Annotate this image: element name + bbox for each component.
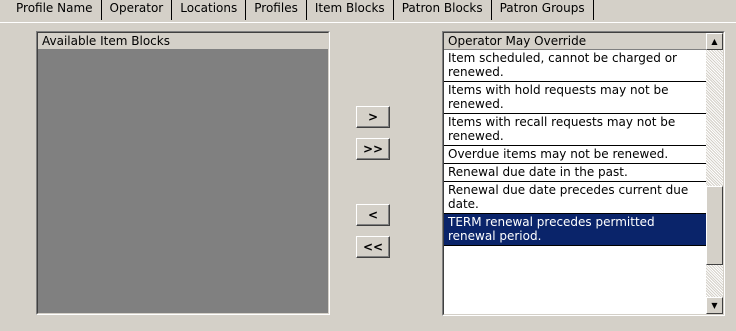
tab-profiles[interactable]: Profiles	[246, 0, 307, 20]
available-item-blocks-list[interactable]: Available Item Blocks	[36, 31, 330, 315]
tab-profile-name[interactable]: Profile Name	[0, 0, 102, 20]
add-one-button[interactable]: >	[356, 106, 390, 128]
override-list-rows: Item scheduled, cannot be charged or ren…	[444, 50, 706, 314]
tab-locations[interactable]: Locations	[172, 0, 247, 20]
scroll-thumb[interactable]	[706, 186, 723, 265]
remove-all-button[interactable]: <<	[356, 236, 390, 258]
list-item[interactable]: Overdue items may not be renewed.	[444, 146, 706, 164]
list-item[interactable]: Renewal due date in the past.	[444, 164, 706, 182]
operator-may-override-list[interactable]: Operator May Override Item scheduled, ca…	[442, 31, 725, 316]
available-list-header: Available Item Blocks	[38, 33, 328, 50]
add-all-button[interactable]: >>	[356, 138, 390, 160]
tab-operator[interactable]: Operator	[102, 0, 173, 20]
available-list-body[interactable]	[38, 50, 328, 313]
list-item[interactable]: Renewal due date precedes current due da…	[444, 182, 706, 214]
list-item-selected[interactable]: TERM renewal precedes permitted renewal …	[444, 214, 706, 246]
list-item[interactable]: Items with hold requests may not be rene…	[444, 82, 706, 114]
list-item[interactable]: Item scheduled, cannot be charged or ren…	[444, 50, 706, 82]
scroll-down-icon[interactable]: ▼	[706, 297, 723, 314]
tab-patron-groups[interactable]: Patron Groups	[492, 0, 594, 20]
override-list-header: Operator May Override	[444, 33, 706, 50]
scroll-up-icon[interactable]: ▲	[706, 33, 723, 50]
remove-one-button[interactable]: <	[356, 204, 390, 226]
list-item[interactable]: Items with recall requests may not be re…	[444, 114, 706, 146]
tab-bar: Profile Name Operator Locations Profiles…	[0, 0, 736, 22]
vertical-scrollbar[interactable]: ▲ ▼	[706, 33, 723, 314]
tab-patron-blocks[interactable]: Patron Blocks	[394, 0, 492, 20]
tab-item-blocks[interactable]: Item Blocks	[306, 0, 394, 20]
